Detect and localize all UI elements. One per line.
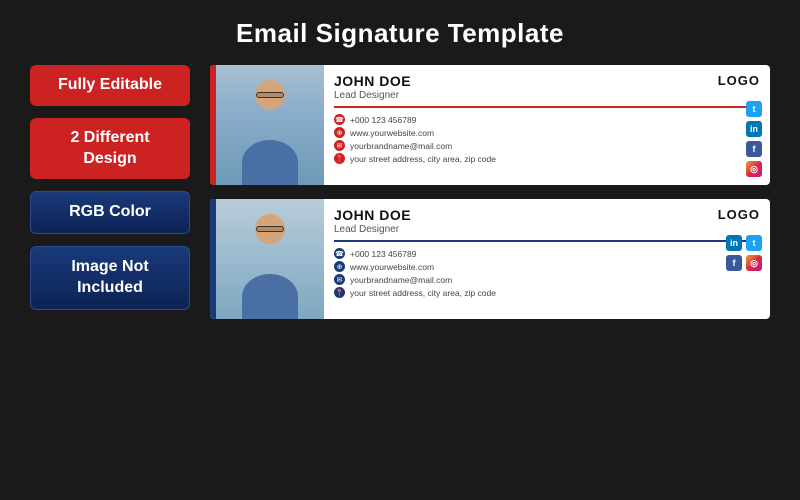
sig-name-blue: JOHN DOE: [334, 207, 411, 223]
twitter-icon-red: t: [746, 101, 762, 117]
person-body-blue: [242, 274, 298, 319]
web-row-blue: ⊕ www.yourwebsite.com: [334, 261, 760, 272]
sig-logo-blue: LOGO: [718, 207, 760, 222]
person-body: [242, 140, 298, 185]
sig-logo-red: LOGO: [718, 73, 760, 88]
linkedin-icon-red: in: [746, 121, 762, 137]
photo-area-red: [216, 65, 324, 185]
address-text-blue: your street address, city area, zip code: [350, 288, 496, 298]
web-icon-blue: ⊕: [334, 261, 345, 272]
sig-header-red: JOHN DOE Lead Designer LOGO: [334, 73, 760, 108]
web-text-red: www.yourwebsite.com: [350, 128, 434, 138]
badge-image-not-included: Image Not Included: [30, 246, 190, 310]
badge-rgb-color: RGB Color: [30, 191, 190, 234]
phone-icon-blue: ☎: [334, 248, 345, 259]
email-row-red: ✉ yourbrandname@mail.com: [334, 140, 760, 151]
person-glasses: [256, 92, 284, 98]
sig-title-red: Lead Designer: [334, 90, 411, 101]
badges-column: Fully Editable 2 Different Design RGB Co…: [30, 65, 190, 319]
badge-two-designs: 2 Different Design: [30, 118, 190, 180]
page-title: Email Signature Template: [236, 18, 564, 49]
badge-fully-editable: Fully Editable: [30, 65, 190, 106]
twitter-icon-blue: t: [746, 235, 762, 251]
phone-text-blue: +000 123 456789: [350, 249, 416, 259]
sig-header-blue: JOHN DOE Lead Designer LOGO: [334, 207, 760, 242]
name-title-group-blue: JOHN DOE Lead Designer: [334, 207, 411, 235]
web-text-blue: www.yourwebsite.com: [350, 262, 434, 272]
address-text-red: your street address, city area, zip code: [350, 154, 496, 164]
email-text-blue: yourbrandname@mail.com: [350, 275, 452, 285]
phone-row-blue: ☎ +000 123 456789: [334, 248, 760, 259]
location-icon-red: 📍: [334, 153, 345, 164]
social-icons-red: t in f ◎: [746, 101, 762, 177]
template-blue: JOHN DOE Lead Designer LOGO ☎ +000 123 4…: [210, 199, 770, 319]
instagram-icon-blue: ◎: [746, 255, 762, 271]
sig-details-red: ☎ +000 123 456789 ⊕ www.yourwebsite.com …: [334, 114, 760, 164]
phone-text-red: +000 123 456789: [350, 115, 416, 125]
photo-area-blue: [216, 199, 324, 319]
email-icon-red: ✉: [334, 140, 345, 151]
facebook-icon-red: f: [746, 141, 762, 157]
email-row-blue: ✉ yourbrandname@mail.com: [334, 274, 760, 285]
email-icon-blue: ✉: [334, 274, 345, 285]
instagram-icon-red: ◎: [746, 161, 762, 177]
sig-content-blue: JOHN DOE Lead Designer LOGO ☎ +000 123 4…: [324, 199, 770, 319]
template-red: JOHN DOE Lead Designer LOGO ☎ +000 123 4…: [210, 65, 770, 185]
person-silhouette: [216, 65, 324, 185]
person-glasses-blue: [256, 226, 284, 232]
web-row-red: ⊕ www.yourwebsite.com: [334, 127, 760, 138]
linkedin-icon-blue: in: [726, 235, 742, 251]
social-icons-blue: in t f ◎: [726, 235, 762, 271]
main-content: Fully Editable 2 Different Design RGB Co…: [0, 65, 800, 319]
person-silhouette-blue: [216, 199, 324, 319]
person-photo-red: [216, 65, 324, 185]
sig-title-blue: Lead Designer: [334, 224, 411, 235]
templates-column: JOHN DOE Lead Designer LOGO ☎ +000 123 4…: [210, 65, 770, 319]
sig-content-red: JOHN DOE Lead Designer LOGO ☎ +000 123 4…: [324, 65, 770, 185]
location-icon-blue: 📍: [334, 287, 345, 298]
web-icon-red: ⊕: [334, 127, 345, 138]
email-text-red: yourbrandname@mail.com: [350, 141, 452, 151]
address-row-red: 📍 your street address, city area, zip co…: [334, 153, 760, 164]
phone-icon-red: ☎: [334, 114, 345, 125]
person-photo-blue: [216, 199, 324, 319]
sig-name-red: JOHN DOE: [334, 73, 411, 89]
address-row-blue: 📍 your street address, city area, zip co…: [334, 287, 760, 298]
facebook-icon-blue: f: [726, 255, 742, 271]
phone-row-red: ☎ +000 123 456789: [334, 114, 760, 125]
name-title-group: JOHN DOE Lead Designer: [334, 73, 411, 101]
sig-details-blue: ☎ +000 123 456789 ⊕ www.yourwebsite.com …: [334, 248, 760, 298]
